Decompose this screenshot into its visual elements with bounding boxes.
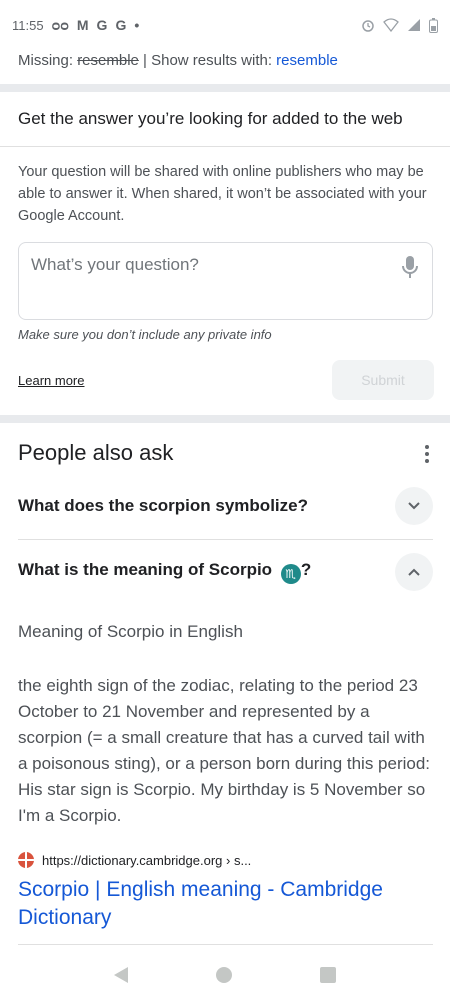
ask-description: Your question will be shared with online… xyxy=(18,164,427,224)
chevron-up-icon xyxy=(408,568,420,576)
question-input-box[interactable] xyxy=(18,242,433,320)
section-divider-2 xyxy=(0,415,450,423)
people-also-ask-title: People also ask xyxy=(18,440,174,465)
submit-button[interactable]: Submit xyxy=(332,360,434,400)
paa-question-text: What is the meaning of Scorpio ♏? xyxy=(18,560,311,584)
notification-dot-icon: • xyxy=(134,17,140,33)
missing-terms-row: Missing: resemble | Show results with: r… xyxy=(18,50,338,72)
recents-icon[interactable] xyxy=(320,967,336,983)
back-icon[interactable] xyxy=(114,967,128,983)
expand-button[interactable] xyxy=(395,487,433,525)
answer-heading: Meaning of Scorpio in English xyxy=(18,622,243,641)
home-icon[interactable] xyxy=(216,967,232,983)
chevron-down-icon xyxy=(408,502,420,510)
collapse-button[interactable] xyxy=(395,553,433,591)
battery-icon xyxy=(429,17,438,33)
source-url[interactable]: https://dictionary.cambridge.org › s... xyxy=(42,853,251,868)
source-title-link[interactable]: Scorpio | English meaning - Cambridge Di… xyxy=(18,876,438,932)
missing-separator: | Show results with: xyxy=(138,52,277,69)
missing-term: resemble xyxy=(77,52,139,69)
navigation-bar xyxy=(0,950,450,1000)
paa-divider xyxy=(18,539,433,540)
wifi-icon xyxy=(383,18,399,32)
paa-question-2[interactable]: What is the meaning of Scorpio ♏? xyxy=(18,553,433,591)
bottom-divider xyxy=(18,944,433,945)
ask-divider xyxy=(0,146,450,147)
show-results-link[interactable]: resemble xyxy=(276,52,338,69)
scorpio-emoji-icon: ♏ xyxy=(280,564,301,584)
google-icon: G xyxy=(96,17,108,33)
kebab-menu-icon[interactable] xyxy=(423,445,431,463)
google-icon-2: G xyxy=(115,17,127,33)
status-bar: 11:55 ᴑᴑ M G G • xyxy=(0,0,450,50)
status-time: 11:55 xyxy=(12,17,44,33)
paa-question-2-suffix: ? xyxy=(300,560,312,579)
section-divider xyxy=(0,84,450,92)
favicon-icon xyxy=(18,852,34,868)
paa-question-2-text: What is the meaning of Scorpio xyxy=(18,560,273,579)
status-right xyxy=(361,17,438,33)
question-input[interactable] xyxy=(31,255,391,305)
mic-icon[interactable] xyxy=(398,253,422,281)
status-left: 11:55 ᴑᴑ M G G • xyxy=(12,17,139,33)
source-row[interactable]: https://dictionary.cambridge.org › s... xyxy=(18,852,251,868)
gmail-icon: M xyxy=(76,17,89,33)
learn-more-link[interactable]: Learn more xyxy=(18,373,84,388)
missing-prefix: Missing: xyxy=(18,52,78,69)
signal-icon xyxy=(408,19,420,31)
ask-title: Get the answer you’re looking for added … xyxy=(18,109,403,128)
alarm-icon xyxy=(362,20,374,32)
voicemail-icon: ᴑᴑ xyxy=(51,17,69,33)
answer-body: the eighth sign of the zodiac, relating … xyxy=(18,676,431,825)
private-info-note: Make sure you don’t include any private … xyxy=(18,327,272,342)
paa-question-text: What does the scorpion symbolize? xyxy=(18,496,308,515)
paa-question-1[interactable]: What does the scorpion symbolize? xyxy=(18,487,433,525)
